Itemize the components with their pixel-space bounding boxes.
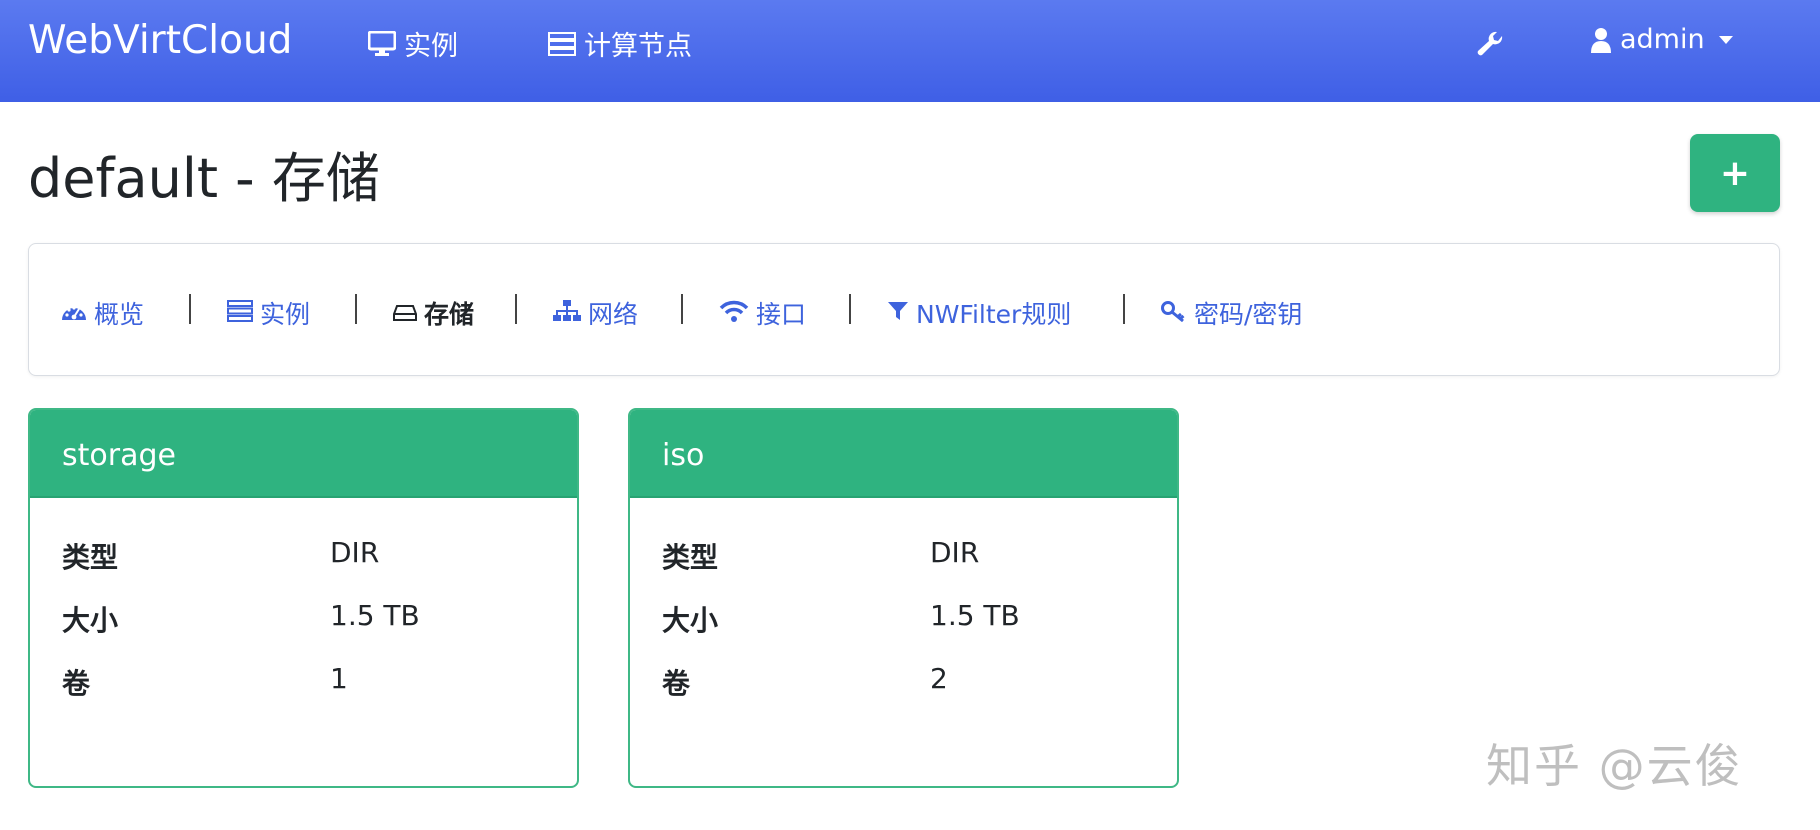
tab-divider: [355, 294, 357, 324]
tab-storage-label: 存储: [424, 300, 475, 329]
tab-divider: [681, 294, 683, 324]
nav-compute-nodes[interactable]: 计算节点: [548, 24, 692, 63]
pool-size-label: 大小: [662, 604, 719, 637]
pool-size-value: 1.5 TB: [330, 599, 420, 632]
pool-type-value: DIR: [930, 536, 980, 569]
tab-secrets-label: 密码/密钥: [1194, 300, 1303, 329]
key-icon: [1161, 299, 1187, 328]
pool-name-link[interactable]: storage: [30, 410, 577, 498]
tab-overview[interactable]: 概览: [61, 295, 144, 331]
tab-instances-label: 实例: [260, 300, 311, 329]
tachometer-icon: [61, 299, 87, 328]
top-navbar: WebVirtCloud 实例 计算节点 admin: [0, 0, 1820, 102]
nav-compute-nodes-label: 计算节点: [584, 31, 692, 62]
server-icon: [227, 299, 253, 328]
watermark: 知乎 @云俊: [1486, 739, 1743, 793]
add-storage-button[interactable]: +: [1690, 134, 1780, 212]
pool-volumes-label: 卷: [662, 667, 691, 700]
pool-volumes-row: 卷 1: [62, 662, 542, 702]
desktop-icon: [368, 30, 396, 57]
pool-volumes-value: 1: [330, 662, 348, 695]
pool-type-label: 类型: [662, 541, 719, 574]
pool-type-row: 类型 DIR: [62, 536, 542, 576]
pool-type-label: 类型: [62, 541, 119, 574]
tab-secrets[interactable]: 密码/密钥: [1161, 295, 1302, 331]
tab-interfaces[interactable]: 接口: [719, 295, 806, 331]
tab-storage[interactable]: 存储: [393, 295, 474, 331]
tab-network[interactable]: 网络: [553, 295, 638, 331]
pool-size-label: 大小: [62, 604, 119, 637]
pool-size-row: 大小 1.5 TB: [662, 599, 1142, 639]
tab-instances[interactable]: 实例: [227, 295, 310, 331]
tab-nwfilter-label: NWFilter规则: [916, 300, 1072, 329]
tab-divider: [189, 294, 191, 324]
storage-pool-card: storage 类型 DIR 大小 1.5 TB 卷 1: [28, 408, 579, 788]
tab-divider: [515, 294, 517, 324]
chevron-down-icon: [1718, 35, 1733, 44]
pool-volumes-label: 卷: [62, 667, 91, 700]
tab-divider: [1123, 294, 1125, 324]
filter-icon: [887, 299, 909, 328]
pool-name-link[interactable]: iso: [630, 410, 1177, 498]
pool-volumes-value: 2: [930, 662, 948, 695]
hdd-icon: [393, 299, 417, 328]
nav-instances-label: 实例: [404, 31, 458, 62]
storage-pool-card: iso 类型 DIR 大小 1.5 TB 卷 2: [628, 408, 1179, 788]
pool-volumes-row: 卷 2: [662, 662, 1142, 702]
pool-size-value: 1.5 TB: [930, 599, 1020, 632]
tab-nwfilter[interactable]: NWFilter规则: [887, 295, 1071, 331]
user-name: admin: [1620, 24, 1705, 55]
pool-size-row: 大小 1.5 TB: [62, 599, 542, 639]
host-tabs-card: 概览 实例 存储 网络 接口 NWFilter规则 密码/密钥: [28, 243, 1780, 376]
tab-overview-label: 概览: [94, 300, 145, 329]
brand-logo[interactable]: WebVirtCloud: [28, 18, 292, 63]
wrench-icon[interactable]: [1476, 30, 1504, 62]
sitemap-icon: [553, 299, 581, 328]
tab-interfaces-label: 接口: [756, 300, 807, 329]
nav-instances[interactable]: 实例: [368, 24, 458, 63]
tab-network-label: 网络: [588, 300, 639, 329]
pool-type-row: 类型 DIR: [662, 536, 1142, 576]
page-title: default - 存储: [28, 147, 380, 210]
server-icon: [548, 31, 576, 56]
tab-divider: [849, 294, 851, 324]
user-icon: [1590, 27, 1612, 53]
wifi-icon: [719, 299, 749, 328]
user-menu[interactable]: admin: [1590, 24, 1733, 55]
pool-type-value: DIR: [330, 536, 380, 569]
